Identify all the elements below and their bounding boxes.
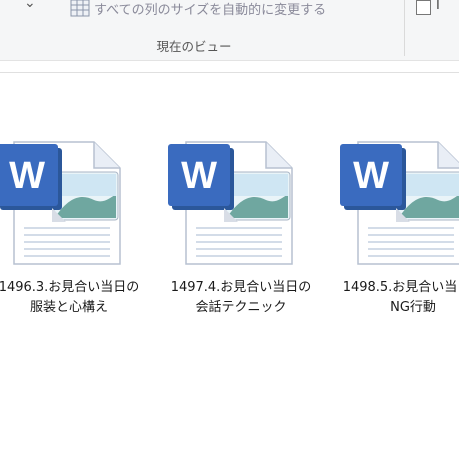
file-item[interactable]: W 1498.5.お見合い当日のNG行動: [338, 138, 459, 338]
current-view-group-label: 現在のビュー: [156, 39, 232, 54]
svg-text:W: W: [181, 155, 217, 197]
ribbon: ⌄ すべての列のサイズを自動的に変更する 現在のビュー Ⅰ: [0, 0, 459, 61]
ribbon-divider: [404, 0, 405, 56]
word-document-icon: W: [168, 141, 293, 265]
autosize-columns-icon: [70, 0, 90, 17]
file-name: 1497.4.お見合い当日の会話テクニック: [170, 280, 312, 315]
file-item[interactable]: W 1496.3.お見合い当日の服装と心構え: [0, 138, 144, 338]
svg-text:W: W: [353, 155, 389, 197]
autosize-columns-label: すべての列のサイズを自動的に変更する: [94, 2, 327, 18]
ribbon-checkbox-label: Ⅰ: [436, 0, 440, 13]
autosize-columns-button[interactable]: すべての列のサイズを自動的に変更する: [70, 0, 326, 19]
file-name: 1496.3.お見合い当日の服装と心構え: [0, 280, 140, 315]
file-name: 1498.5.お見合い当日のNG行動: [342, 280, 459, 315]
word-document-icon: W: [340, 141, 459, 265]
chevron-down-icon[interactable]: ⌄: [24, 0, 42, 10]
svg-text:W: W: [9, 155, 45, 197]
ribbon-checkbox[interactable]: [416, 0, 431, 15]
file-item[interactable]: W 1497.4.お見合い当日の会話テクニック: [166, 138, 316, 338]
address-bar[interactable]: [0, 72, 459, 102]
word-document-icon: W: [0, 141, 121, 265]
